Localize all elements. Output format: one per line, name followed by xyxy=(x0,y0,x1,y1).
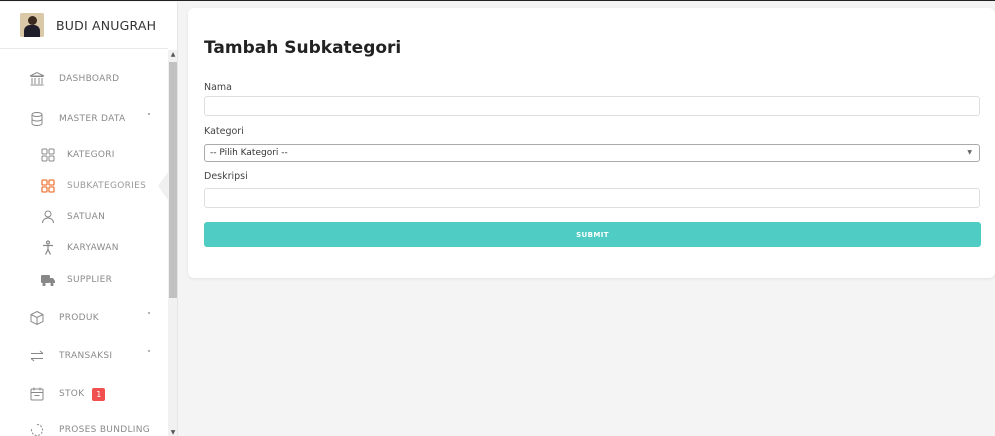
nama-input[interactable] xyxy=(204,96,980,116)
sidebar-item-proses-bundling[interactable]: PROSES BUNDLING xyxy=(0,415,168,436)
transfer-icon xyxy=(29,348,45,364)
sidebar-item-label: SUBKATEGORIES xyxy=(67,181,147,191)
nama-label: Nama xyxy=(204,82,233,93)
deskripsi-input[interactable] xyxy=(204,188,980,208)
sidebar-item-supplier[interactable]: SUPPLIER xyxy=(0,265,168,295)
sidebar-item-stok[interactable]: STOK 1 xyxy=(0,377,168,411)
loader-icon xyxy=(29,422,45,436)
grid-icon xyxy=(40,147,56,163)
sidebar-item-label: TRANSAKSI xyxy=(59,351,113,361)
grid-icon xyxy=(40,178,56,194)
sidebar-item-produk[interactable]: PRODUK ˅ xyxy=(0,301,168,335)
sidebar-menu: DASHBOARD MASTER DATA ˅ KATEGORI SUBKATE… xyxy=(0,50,168,436)
sidebar-item-label: STOK xyxy=(59,389,85,399)
kategori-label: Kategori xyxy=(204,126,244,137)
sidebar-item-dashboard[interactable]: DASHBOARD xyxy=(0,64,168,94)
scroll-thumb[interactable] xyxy=(169,62,177,298)
user-icon xyxy=(40,209,56,225)
dropdown-arrow-icon: ▼ xyxy=(967,149,972,156)
database-icon xyxy=(29,111,45,127)
active-indicator xyxy=(158,172,168,200)
page-title: Tambah Subkategori xyxy=(204,38,402,58)
sidebar-scrollbar[interactable]: ▲ ▼ xyxy=(168,50,177,436)
scroll-up-arrow-icon[interactable]: ▲ xyxy=(169,50,177,60)
user-profile[interactable]: BUDI ANUGRAH xyxy=(0,2,168,49)
user-name: BUDI ANUGRAH xyxy=(56,17,157,33)
sidebar-item-label: SUPPLIER xyxy=(67,275,113,285)
kategori-select[interactable]: -- Pilih Kategori -- ▼ xyxy=(204,144,980,162)
form-card: Tambah Subkategori Nama Kategori -- Pili… xyxy=(188,8,995,278)
calendar-icon xyxy=(29,386,45,402)
box-icon xyxy=(29,310,45,326)
sidebar-item-satuan[interactable]: SATUAN xyxy=(0,202,168,232)
avatar xyxy=(20,13,44,37)
chevron-down-icon: ˅ xyxy=(147,311,152,321)
sidebar-item-kategori[interactable]: KATEGORI xyxy=(0,140,168,170)
sidebar-item-label: KARYAWAN xyxy=(67,243,119,253)
deskripsi-label: Deskripsi xyxy=(204,171,248,182)
sidebar: BUDI ANUGRAH DASHBOARD MASTER DATA ˅ KAT… xyxy=(0,2,178,436)
sidebar-item-karyawan[interactable]: KARYAWAN xyxy=(0,233,168,263)
submit-button[interactable]: SUBMIT xyxy=(204,222,981,247)
sidebar-item-label: PROSES BUNDLING xyxy=(59,425,151,435)
sidebar-item-label: PRODUK xyxy=(59,313,99,323)
chevron-down-icon: ˅ xyxy=(147,349,152,359)
scroll-down-arrow-icon[interactable]: ▼ xyxy=(169,428,177,436)
kategori-selected-value: -- Pilih Kategori -- xyxy=(210,148,288,158)
sidebar-item-label: DASHBOARD xyxy=(59,74,120,84)
sidebar-item-transaksi[interactable]: TRANSAKSI ˅ xyxy=(0,339,168,373)
chevron-down-icon: ˅ xyxy=(147,112,152,122)
sidebar-item-label: KATEGORI xyxy=(67,150,115,160)
sidebar-item-label: MASTER DATA xyxy=(59,114,126,124)
sidebar-item-label: SATUAN xyxy=(67,212,106,222)
sidebar-item-subkategories[interactable]: SUBKATEGORIES xyxy=(0,170,168,202)
bank-icon xyxy=(29,71,45,87)
sidebar-item-master-data[interactable]: MASTER DATA ˅ xyxy=(0,104,168,134)
notification-badge: 1 xyxy=(92,387,106,401)
person-icon xyxy=(40,240,56,256)
truck-icon xyxy=(40,272,56,288)
